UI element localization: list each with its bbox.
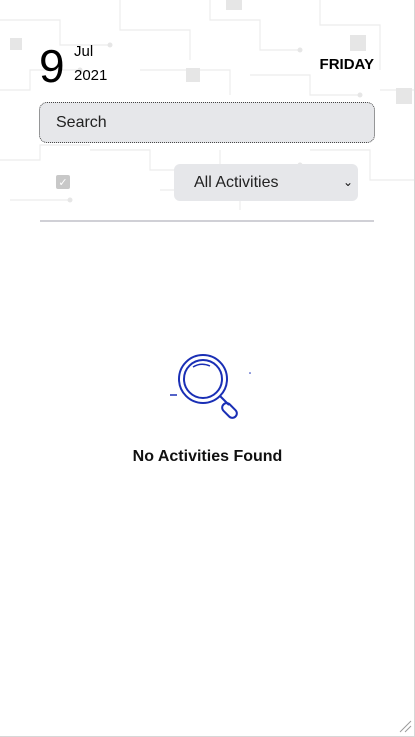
filter-row: ✓ All Activities ⌄ bbox=[40, 164, 374, 201]
activities-panel: 9 Jul 2021 FRIDAY ✓ All Activities ⌄ No … bbox=[0, 0, 415, 737]
date-year: 2021 bbox=[74, 67, 108, 84]
magnifier-icon bbox=[169, 354, 251, 419]
date-month: Jul bbox=[74, 43, 94, 60]
search-input[interactable] bbox=[39, 102, 375, 143]
chevron-down-icon: ⌄ bbox=[342, 175, 353, 189]
select-all-checkbox[interactable]: ✓ bbox=[56, 175, 70, 189]
resize-grip-icon[interactable] bbox=[398, 719, 412, 733]
empty-state: No Activities Found bbox=[0, 350, 414, 466]
date-weekday: FRIDAY bbox=[319, 56, 374, 73]
divider bbox=[40, 220, 374, 222]
search-container bbox=[39, 102, 375, 143]
activity-type-select-value: All Activities bbox=[194, 174, 279, 191]
empty-state-message: No Activities Found bbox=[132, 448, 283, 465]
date-day: 9 bbox=[39, 40, 65, 92]
date-header: 9 Jul 2021 FRIDAY bbox=[0, 0, 414, 100]
activity-type-select[interactable]: All Activities ⌄ bbox=[174, 164, 358, 201]
